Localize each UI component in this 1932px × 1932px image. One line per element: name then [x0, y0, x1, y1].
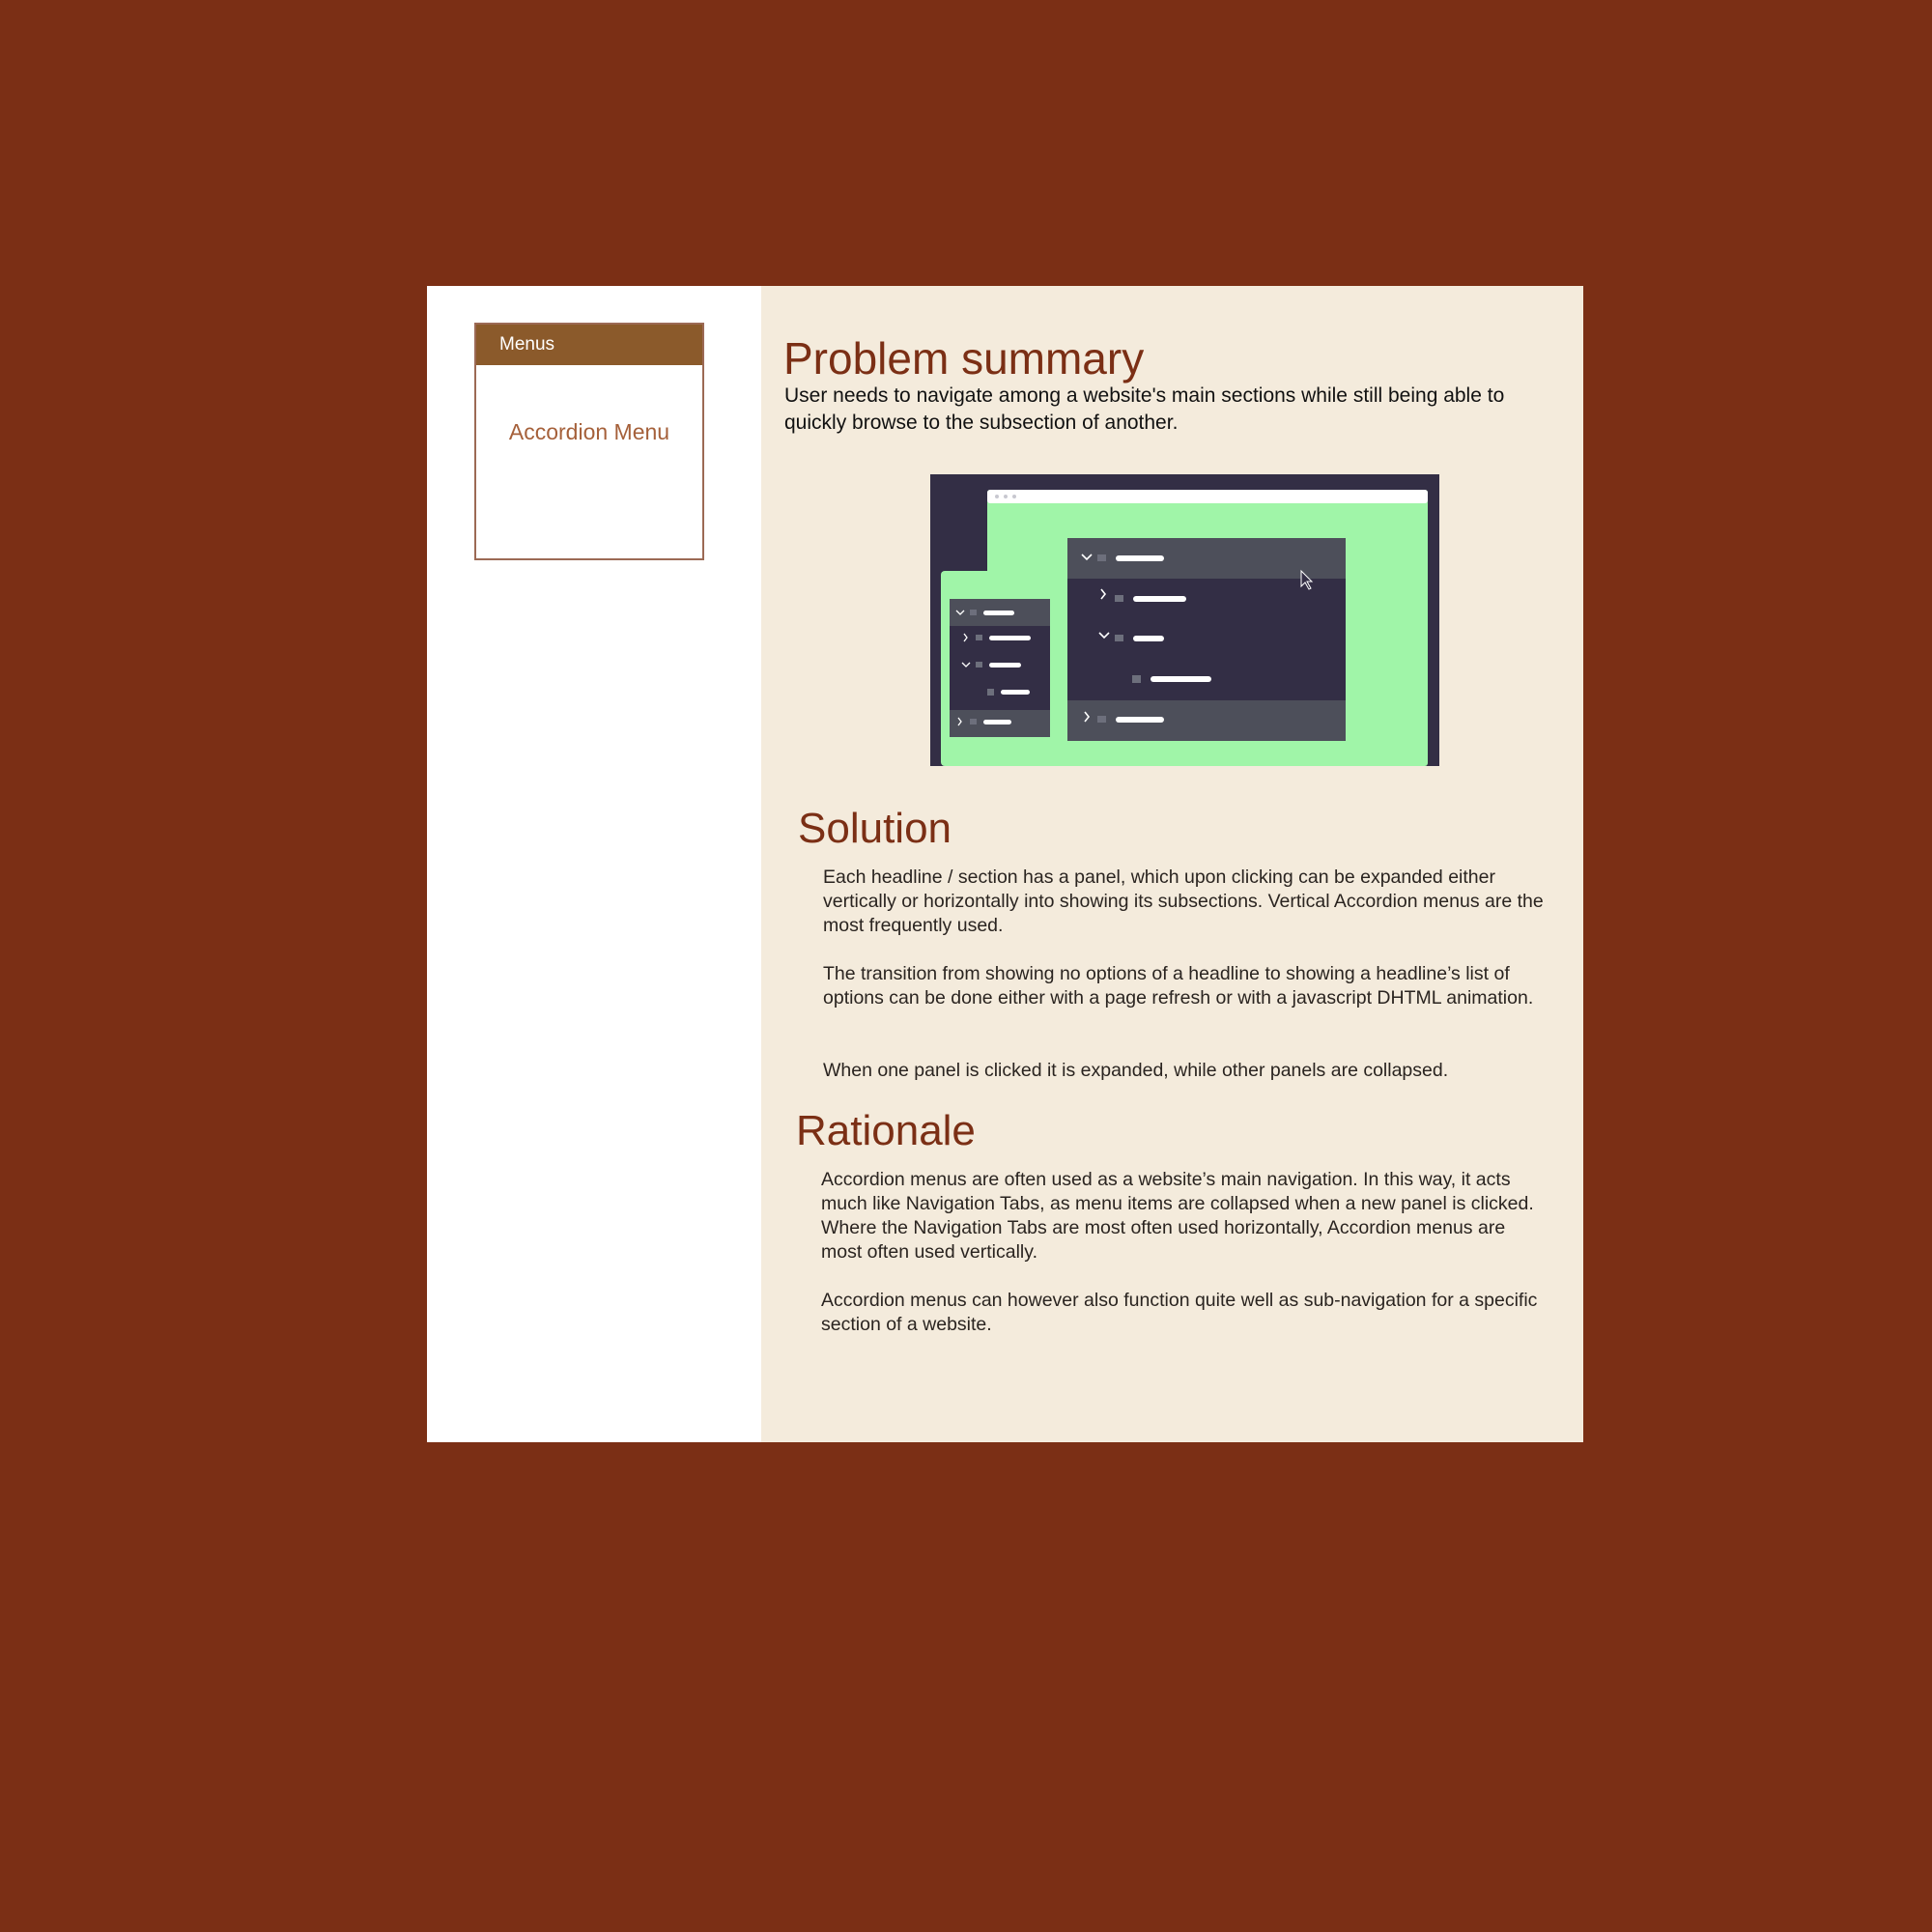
problem-summary-text: User needs to navigate among a website's…: [784, 384, 1505, 434]
solution-paragraph-1: Each headline / section has a panel, whi…: [823, 867, 1544, 936]
solution-paragraph-3: When one panel is clicked it is expanded…: [823, 1060, 1449, 1081]
folder-icon: [1115, 635, 1123, 641]
accordion-menu-link[interactable]: Accordion Menu: [476, 419, 702, 445]
small-accordion: [950, 599, 1050, 737]
problem-summary-heading: Problem summary: [783, 333, 1145, 384]
folder-icon: [976, 662, 982, 668]
folder-icon: [1097, 716, 1106, 723]
folder-icon: [976, 635, 982, 640]
file-icon: [987, 689, 994, 696]
sidebar: Menus Accordion Menu: [427, 286, 761, 1442]
folder-icon: [1097, 554, 1106, 561]
rationale-heading: Rationale: [796, 1107, 976, 1154]
file-icon: [1132, 675, 1141, 683]
folder-icon: [970, 610, 977, 615]
rationale-paragraph-2: Accordion menus can however also functio…: [821, 1290, 1538, 1335]
menu-header: Menus: [476, 325, 702, 365]
accordion-illustration: [930, 474, 1439, 766]
solution-paragraph-2: The transition from showing no options o…: [823, 963, 1534, 1009]
folder-icon: [970, 719, 977, 724]
large-accordion: [1067, 538, 1346, 741]
accordion-illustration-svg: [930, 474, 1439, 766]
main-content: Problem summary User needs to navigate a…: [761, 286, 1583, 1442]
rationale-paragraph-1: Accordion menus are often used as a webs…: [821, 1169, 1534, 1263]
page: Menus Accordion Menu Problem summary Use…: [427, 286, 1583, 1442]
solution-heading: Solution: [798, 805, 952, 852]
menu-box: Menus Accordion Menu: [474, 323, 704, 560]
folder-icon: [1115, 595, 1123, 602]
